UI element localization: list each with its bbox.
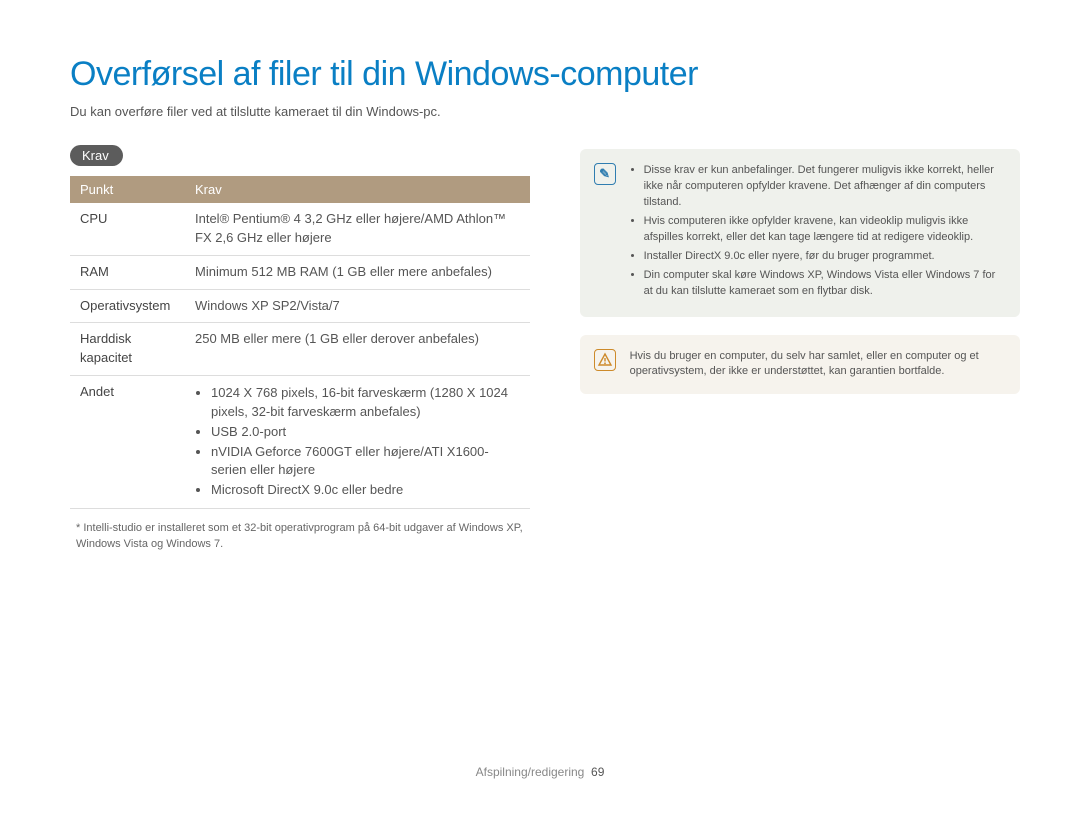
footer-section: Afspilning/redigering — [476, 765, 585, 779]
info-item: Din computer skal køre Windows XP, Windo… — [644, 268, 1004, 300]
page-footer: Afspilning/redigering 69 — [0, 765, 1080, 779]
table-footnote: * Intelli-studio er installeret som et 3… — [70, 521, 530, 552]
row-label: Operativsystem — [70, 289, 185, 323]
row-value: 250 MB eller mere (1 GB eller derover an… — [185, 323, 530, 376]
info-note: ✎ Disse krav er kun anbefalinger. Det fu… — [580, 149, 1020, 317]
row-value: Minimum 512 MB RAM (1 GB eller mere anbe… — [185, 255, 530, 289]
table-row: Andet 1024 X 768 pixels, 16-bit farveskæ… — [70, 376, 530, 509]
row-value: Windows XP SP2/Vista/7 — [185, 289, 530, 323]
page-title: Overførsel af filer til din Windows-comp… — [70, 55, 1020, 94]
table-row: Harddisk kapacitet 250 MB eller mere (1 … — [70, 323, 530, 376]
info-item: Disse krav er kun anbefalinger. Det fung… — [644, 163, 1004, 211]
warning-icon — [594, 349, 616, 371]
other-item: 1024 X 768 pixels, 16-bit farveskærm (12… — [211, 384, 520, 422]
table-head-krav: Krav — [185, 176, 530, 203]
left-column: Krav Punkt Krav CPU Intel® Pentium® 4 3,… — [70, 145, 530, 552]
right-column: ✎ Disse krav er kun anbefalinger. Det fu… — [580, 145, 1020, 552]
info-item: Hvis computeren ikke opfylder kravene, k… — [644, 214, 1004, 246]
row-label: Harddisk kapacitet — [70, 323, 185, 376]
page-subtitle: Du kan overføre filer ved at tilslutte k… — [70, 104, 1020, 119]
row-label: RAM — [70, 255, 185, 289]
warning-note: Hvis du bruger en computer, du selv har … — [580, 335, 1020, 395]
row-label: CPU — [70, 203, 185, 255]
table-row: RAM Minimum 512 MB RAM (1 GB eller mere … — [70, 255, 530, 289]
info-icon: ✎ — [594, 163, 616, 185]
footer-page-number: 69 — [591, 765, 604, 779]
row-label: Andet — [70, 376, 185, 509]
info-item: Installer DirectX 9.0c eller nyere, før … — [644, 249, 1004, 265]
table-head-punkt: Punkt — [70, 176, 185, 203]
table-row: Operativsystem Windows XP SP2/Vista/7 — [70, 289, 530, 323]
table-row: CPU Intel® Pentium® 4 3,2 GHz eller høje… — [70, 203, 530, 255]
row-value: 1024 X 768 pixels, 16-bit farveskærm (12… — [185, 376, 530, 509]
row-value: Intel® Pentium® 4 3,2 GHz eller højere/A… — [185, 203, 530, 255]
other-item: nVIDIA Geforce 7600GT eller højere/ATI X… — [211, 443, 520, 481]
other-item: USB 2.0-port — [211, 423, 520, 442]
other-item: Microsoft DirectX 9.0c eller bedre — [211, 481, 520, 500]
requirements-table: Punkt Krav CPU Intel® Pentium® 4 3,2 GHz… — [70, 176, 530, 509]
warning-text: Hvis du bruger en computer, du selv har … — [630, 349, 1004, 381]
section-badge: Krav — [70, 145, 123, 166]
